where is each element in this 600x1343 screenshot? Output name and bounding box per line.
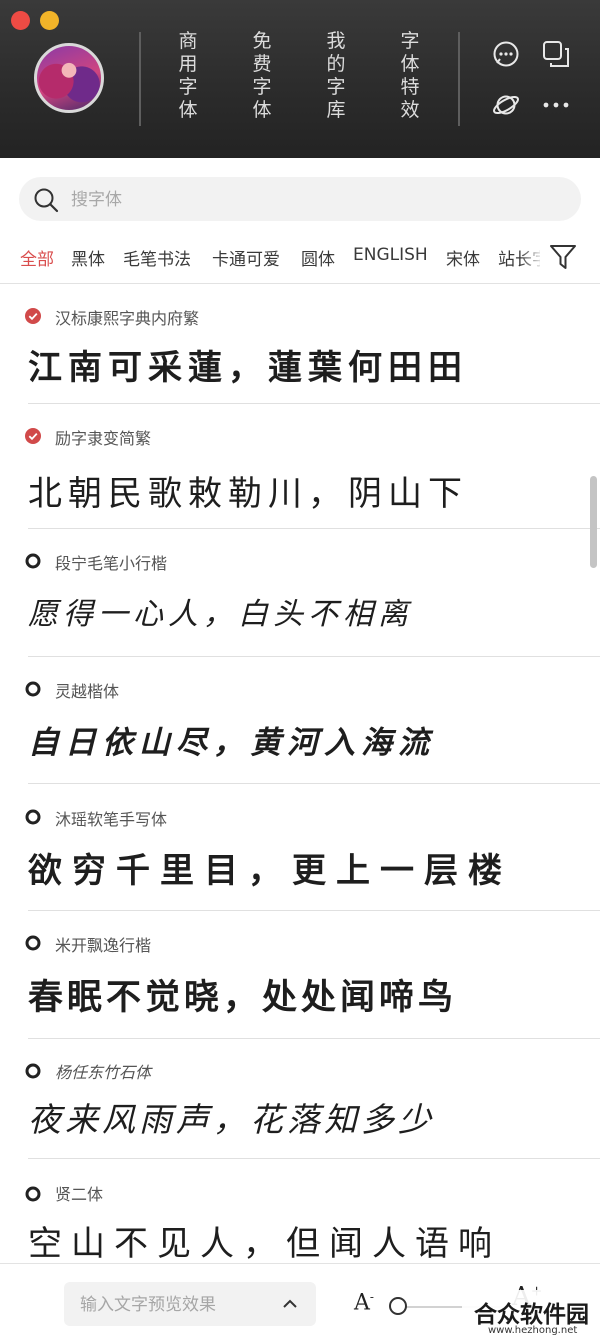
- not-downloaded-circle-icon: [25, 553, 41, 569]
- list-divider: [28, 910, 600, 911]
- watermark-title: 合众软件园: [474, 1302, 589, 1328]
- header-divider: [139, 32, 141, 126]
- category-cartoon-cute[interactable]: 卡通可爱: [212, 245, 280, 270]
- font-preview-text: 愿得一心人，白头不相离: [28, 597, 413, 632]
- not-downloaded-circle-icon: [25, 681, 41, 697]
- font-preview-text: 空山不见人，但闻人语响: [28, 1224, 501, 1264]
- list-divider: [28, 1158, 600, 1159]
- font-preview-text: 欲穷千里目，更上一层楼: [28, 851, 512, 891]
- font-name: 杨任东竹石体: [55, 1063, 152, 1082]
- font-name: 贤二体: [55, 1185, 104, 1204]
- header-divider: [458, 32, 460, 126]
- font-name: 励字隶变简繁: [55, 429, 152, 448]
- planet-icon[interactable]: [491, 90, 521, 120]
- user-avatar[interactable]: [34, 43, 104, 113]
- header-bar: 商用字体 免费字体 我的字库 字体特效: [0, 0, 600, 158]
- font-name: 米开飘逸行楷: [55, 936, 152, 955]
- tab-my-fonts[interactable]: 我的字库: [325, 30, 347, 122]
- downloaded-check-icon: [25, 308, 41, 324]
- close-window-button[interactable]: [11, 11, 30, 30]
- list-scrollbar[interactable]: [590, 476, 597, 568]
- preview-text-input[interactable]: [78, 1282, 272, 1328]
- font-name: 汉标康熙字典内府繁: [55, 309, 200, 328]
- list-divider: [28, 528, 600, 529]
- decrease-font-size-button[interactable]: A-: [354, 1290, 374, 1315]
- not-downloaded-circle-icon: [25, 809, 41, 825]
- preview-text-box: [64, 1282, 316, 1328]
- font-preview-text: 江南可采蓮，蓮葉何田田: [28, 348, 468, 388]
- tab-font-effects[interactable]: 字体特效: [399, 30, 421, 122]
- tab-commercial-fonts[interactable]: 商用字体: [177, 30, 199, 122]
- list-divider: [28, 1038, 600, 1039]
- search-box: [19, 177, 581, 223]
- category-heiti[interactable]: 黑体: [71, 245, 105, 270]
- category-songti[interactable]: 宋体: [446, 245, 480, 270]
- not-downloaded-circle-icon: [25, 1186, 41, 1202]
- category-brush-calligraphy[interactable]: 毛笔书法: [123, 245, 191, 270]
- category-yuanti[interactable]: 圆体: [301, 245, 335, 270]
- more-options-icon[interactable]: [541, 90, 571, 120]
- category-all[interactable]: 全部: [20, 245, 54, 270]
- watermark-logo: 合众软件园 www.hezhong.net: [462, 1290, 600, 1342]
- search-icon[interactable]: [33, 187, 59, 213]
- filter-icon[interactable]: [549, 243, 577, 271]
- font-name: 段宁毛笔小行楷: [55, 554, 168, 573]
- font-size-slider-handle[interactable]: [389, 1297, 407, 1315]
- font-preview-text: 北朝民歌敕勒川，阴山下: [28, 474, 468, 514]
- search-input[interactable]: [69, 177, 553, 223]
- list-divider: [28, 656, 600, 657]
- font-name: 灵越楷体: [55, 682, 120, 701]
- decrease-sign: -: [369, 1290, 374, 1304]
- downloaded-check-icon: [25, 428, 41, 444]
- chevron-up-icon[interactable]: [280, 1294, 300, 1314]
- category-tabs: 全部 黑体 毛笔书法 卡通可爱 圆体 ENGLISH 宋体 站长字: [0, 238, 540, 276]
- category-english[interactable]: ENGLISH: [353, 245, 428, 265]
- list-top-divider: [0, 283, 600, 284]
- window-switch-icon[interactable]: [541, 39, 571, 69]
- font-name: 沐瑶软笔手写体: [55, 810, 168, 829]
- font-preview-text: 夜来风雨声，花落知多少: [28, 1100, 435, 1139]
- minimize-window-button[interactable]: [40, 11, 59, 30]
- list-divider: [28, 783, 600, 784]
- tabs-fade: [520, 238, 544, 276]
- message-icon[interactable]: [491, 39, 521, 69]
- not-downloaded-circle-icon: [25, 1063, 41, 1079]
- not-downloaded-circle-icon: [25, 935, 41, 951]
- watermark-url: www.hezhong.net: [488, 1325, 578, 1336]
- list-divider: [28, 403, 600, 404]
- tab-free-fonts[interactable]: 免费字体: [251, 30, 273, 122]
- font-preview-text: 自日依山尽，黄河入海流: [28, 725, 435, 761]
- font-preview-text: 春眠不觉晓，处处闻啼鸟: [28, 977, 458, 1018]
- decrease-font-size-label: A: [354, 1290, 370, 1316]
